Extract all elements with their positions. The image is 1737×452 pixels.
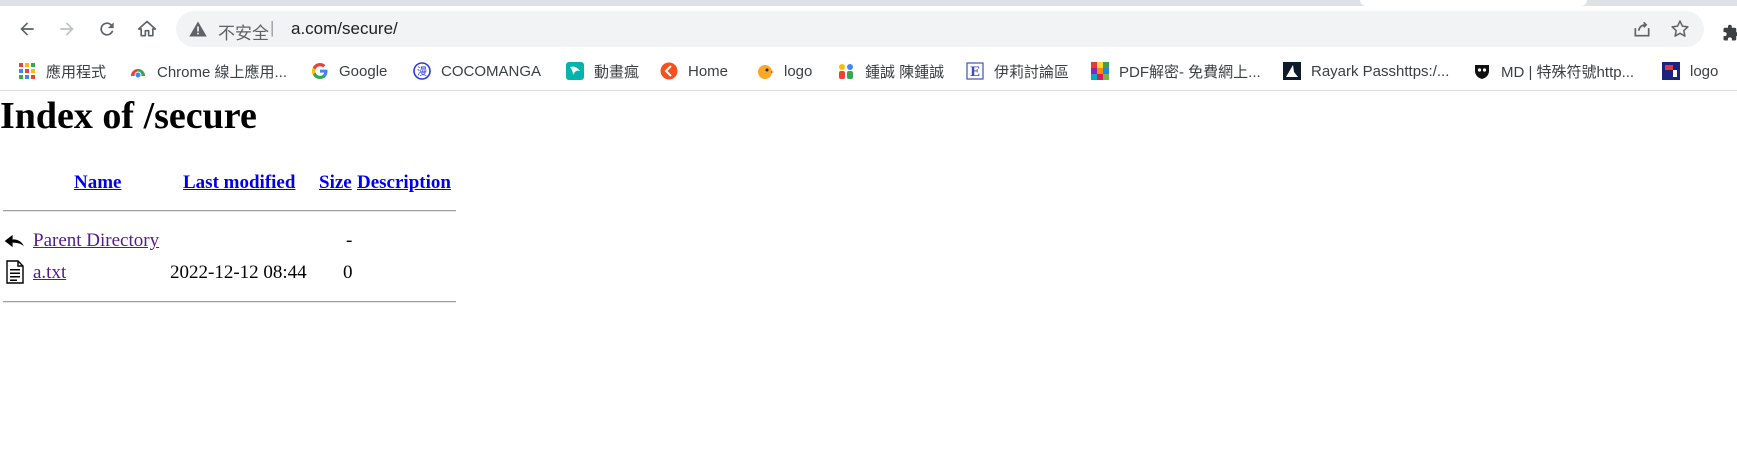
bookmark-apps[interactable]: 應用程式 — [18, 60, 106, 82]
share-icon[interactable] — [1632, 19, 1652, 39]
bookmark-label: Google — [339, 62, 388, 80]
forward-arrow-icon — [60, 22, 74, 36]
bookmark-label: PDF解密- 免費網上... — [1119, 63, 1261, 81]
bookmark-chrome-webstore[interactable]: Chrome 線上應用... — [129, 60, 287, 82]
bookmarks-bar: 應用程式 Chrome 線上應用... Google 漫 COCOMANGA 動… — [0, 52, 1737, 91]
not-secure-label[interactable]: 不安全 — [218, 19, 269, 44]
bookmark-label: 伊莉討論區 — [994, 63, 1070, 81]
rayark-icon — [1283, 62, 1301, 80]
column-header-size[interactable]: Size — [319, 172, 352, 194]
svg-text:漫: 漫 — [417, 66, 427, 78]
page-content: Index of /secure Name Last modified Size… — [0, 92, 1737, 452]
table-divider-bottom — [3, 301, 456, 303]
eyny-icon: E — [966, 62, 984, 80]
md-icon — [1473, 62, 1491, 80]
column-header-description[interactable]: Description — [357, 172, 451, 194]
bookmark-pdf[interactable]: PDF解密- 免費網上... — [1091, 60, 1261, 82]
bookmark-md[interactable]: MD | 特殊符號http... — [1473, 60, 1634, 82]
bookmark-label: Chrome 線上應用... — [157, 63, 288, 81]
row-last-modified: 2022-12-12 08:44 — [170, 262, 307, 283]
home-icon — [137, 20, 157, 37]
bookmark-star-icon[interactable] — [1670, 19, 1690, 39]
reload-button[interactable] — [91, 13, 123, 45]
back-arrow-icon — [20, 22, 34, 36]
home-button[interactable] — [131, 13, 163, 45]
bookmark-label: 動畫瘋 — [594, 63, 640, 81]
url-text[interactable]: a.com/secure/ — [291, 19, 398, 39]
bookmark-logo-1[interactable]: logo — [756, 60, 812, 82]
svg-text:E: E — [970, 65, 980, 80]
row-size: - — [346, 230, 353, 251]
address-separator: | — [270, 18, 275, 37]
reload-icon — [100, 22, 114, 36]
warning-icon[interactable] — [188, 19, 208, 39]
page-title: Index of /secure — [0, 95, 257, 137]
text-file-icon — [6, 260, 24, 284]
chrome-webstore-icon — [129, 62, 147, 80]
extensions-puzzle-icon[interactable] — [1722, 22, 1737, 44]
bookmark-home[interactable]: Home — [660, 60, 728, 82]
bookmark-label: 鍾誠 陳鍾誠 — [865, 63, 945, 81]
browser-toolbar: 不安全 | a.com/secure/ — [0, 6, 1737, 52]
bookmark-eyny[interactable]: E 伊莉討論區 — [966, 60, 1069, 82]
pdf-colorful-icon — [1091, 62, 1109, 80]
bookmark-label: Rayark Passhttps:/... — [1311, 62, 1450, 80]
row-size: 0 — [343, 262, 353, 283]
google-icon — [311, 62, 329, 80]
bookmark-google[interactable]: Google — [311, 60, 387, 82]
bookmark-label: Home — [688, 62, 729, 80]
bookmark-label: COCOMANGA — [441, 62, 542, 80]
anime-icon — [566, 62, 584, 80]
bookmark-label: logo — [1690, 62, 1719, 80]
bookmark-cocomanga[interactable]: 漫 COCOMANGA — [413, 60, 541, 82]
column-header-last-modified[interactable]: Last modified — [183, 172, 295, 194]
bookmark-label: logo — [784, 62, 813, 80]
bookmark-profile[interactable]: 鍾誠 陳鍾誠 — [837, 60, 944, 82]
column-header-name[interactable]: Name — [74, 172, 121, 194]
address-bar[interactable]: 不安全 | a.com/secure/ — [176, 11, 1704, 47]
red-logo-icon — [1662, 62, 1680, 80]
apps-grid-icon — [18, 62, 36, 80]
file-link-a-txt[interactable]: a.txt — [33, 262, 66, 284]
cocomanga-icon: 漫 — [413, 62, 431, 80]
bookmark-label: 應用程式 — [46, 63, 107, 81]
back-arrow-icon — [3, 233, 26, 249]
forward-button[interactable] — [51, 13, 83, 45]
table-divider-top — [3, 210, 456, 212]
bookmark-logo-2[interactable]: logo — [1662, 60, 1718, 82]
back-button[interactable] — [11, 13, 43, 45]
parent-directory-link[interactable]: Parent Directory — [33, 230, 159, 252]
bookmark-label: MD | 特殊符號http... — [1501, 63, 1635, 81]
bookmark-rayark[interactable]: Rayark Passhttps:/... — [1283, 60, 1449, 82]
bookmark-anime[interactable]: 動畫瘋 — [566, 60, 639, 82]
bird-logo-icon — [756, 62, 774, 80]
profile-site-icon — [837, 62, 855, 80]
home-site-icon — [660, 62, 678, 80]
